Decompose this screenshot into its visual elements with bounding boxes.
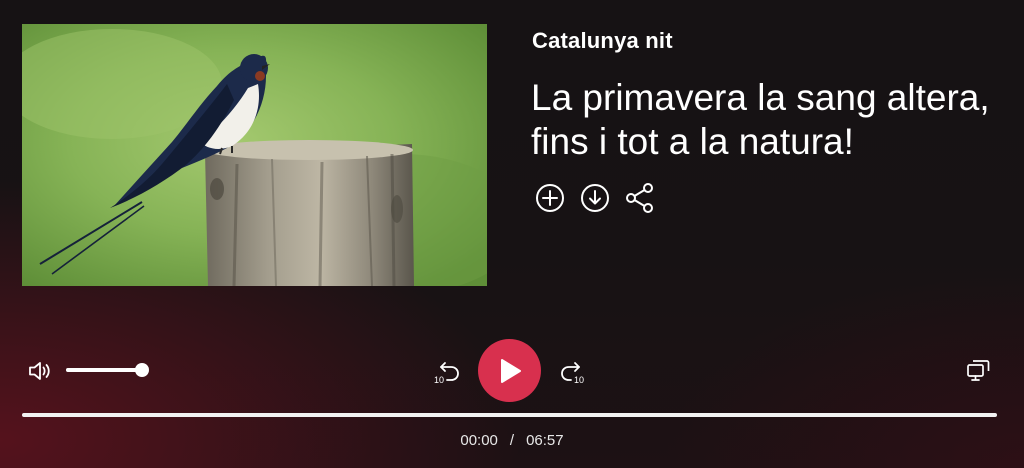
volume-slider-fill bbox=[66, 368, 142, 372]
download-circle-icon bbox=[581, 184, 609, 212]
plus-circle-icon bbox=[536, 184, 564, 212]
progress-bar[interactable] bbox=[22, 413, 997, 417]
share-icon bbox=[626, 183, 653, 213]
volume-button[interactable] bbox=[27, 358, 53, 384]
time-display: 00:00 / 06:57 bbox=[0, 432, 1024, 449]
play-button[interactable] bbox=[478, 339, 541, 402]
swallow-on-post-image bbox=[22, 24, 487, 286]
cast-screen-button[interactable] bbox=[965, 358, 991, 384]
forward-seconds-label: 10 bbox=[574, 375, 584, 385]
duration: 06:57 bbox=[526, 432, 564, 449]
download-button[interactable] bbox=[579, 182, 611, 214]
current-time: 00:00 bbox=[460, 432, 498, 449]
forward-10-icon: 10 bbox=[561, 362, 584, 385]
program-name[interactable]: Catalunya nit bbox=[532, 28, 673, 54]
volume-slider[interactable] bbox=[66, 363, 149, 377]
rewind-10-icon: 10 bbox=[434, 362, 459, 385]
add-to-list-button[interactable] bbox=[534, 182, 566, 214]
episode-thumbnail bbox=[22, 24, 487, 286]
rewind-seconds-label: 10 bbox=[434, 375, 444, 385]
episode-title: La primavera la sang altera, fins i tot … bbox=[531, 77, 990, 162]
play-icon bbox=[500, 358, 521, 383]
episode-actions bbox=[534, 182, 656, 214]
volume-slider-handle[interactable] bbox=[135, 363, 149, 377]
share-button[interactable] bbox=[624, 182, 656, 214]
volume-icon bbox=[29, 362, 50, 380]
time-separator: / bbox=[509, 432, 515, 449]
cast-screen-icon bbox=[967, 360, 990, 381]
forward-10-button[interactable]: 10 bbox=[558, 357, 588, 387]
rewind-10-button[interactable]: 10 bbox=[432, 357, 462, 387]
